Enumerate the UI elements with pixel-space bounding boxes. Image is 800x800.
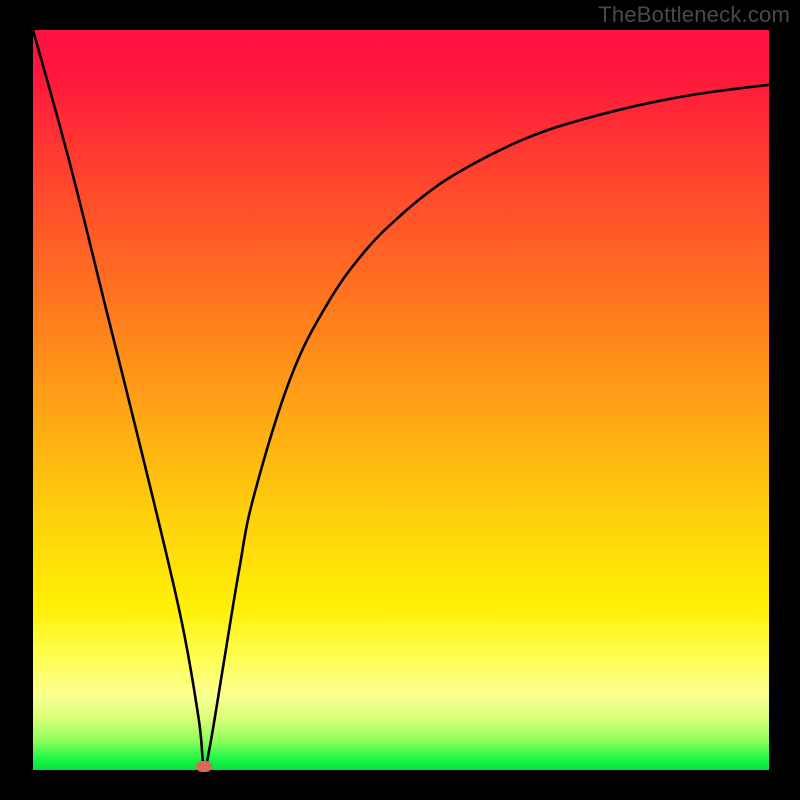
plot-area xyxy=(33,30,769,770)
minimum-marker xyxy=(196,761,212,772)
watermark-text: TheBottleneck.com xyxy=(598,2,790,28)
curve-layer xyxy=(33,30,769,770)
chart-frame: TheBottleneck.com xyxy=(0,0,800,800)
curve-path xyxy=(33,30,769,768)
